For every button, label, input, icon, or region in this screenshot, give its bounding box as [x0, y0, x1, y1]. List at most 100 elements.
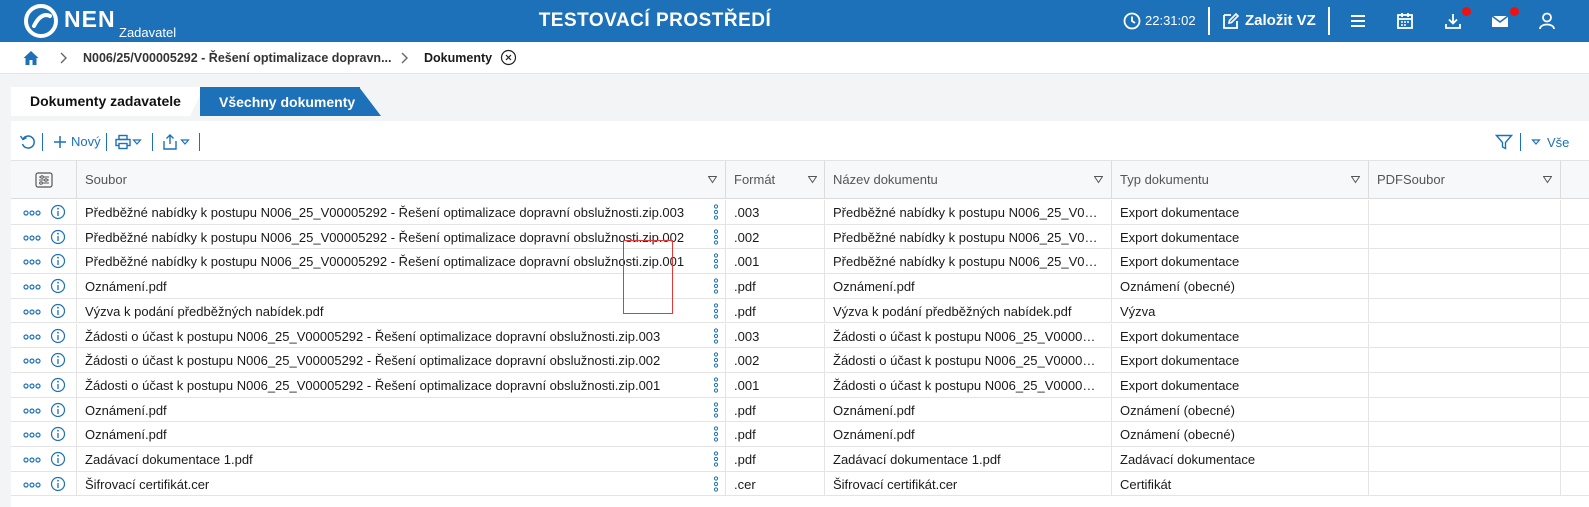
column-header-nazev[interactable]: Název dokumentu: [825, 161, 1112, 199]
user-icon[interactable]: [1537, 11, 1557, 31]
info-icon[interactable]: [50, 476, 66, 492]
chevron-down-icon[interactable]: [1531, 133, 1541, 151]
cell-soubor[interactable]: Výzva k podání předběžných nabídek.pdf: [77, 298, 726, 323]
table-row[interactable]: Oznámení.pdf .pdf Oznámení.pdf Oznámení …: [11, 397, 1589, 423]
chevron-down-icon[interactable]: [180, 133, 190, 151]
kebab-icon[interactable]: [713, 327, 719, 344]
filter-all-dropdown[interactable]: Vše: [1547, 135, 1569, 150]
info-icon[interactable]: [50, 426, 66, 442]
info-icon[interactable]: [50, 204, 66, 220]
info-icon[interactable]: [50, 402, 66, 418]
cell-soubor[interactable]: Žádosti o účast k postupu N006_25_V00005…: [77, 348, 726, 373]
table-row[interactable]: Předběžné nabídky k postupu N006_25_V000…: [11, 249, 1589, 275]
cell-soubor[interactable]: Žádosti o účast k postupu N006_25_V00005…: [77, 372, 726, 397]
info-icon[interactable]: [50, 253, 66, 269]
info-icon[interactable]: [50, 278, 66, 294]
chevron-down-icon[interactable]: [132, 133, 142, 151]
kebab-icon[interactable]: [713, 253, 719, 269]
column-header-format[interactable]: Formát: [726, 161, 825, 199]
download-icon[interactable]: [1443, 11, 1463, 31]
cell-soubor[interactable]: Předběžné nabídky k postupu N006_25_V000…: [77, 200, 726, 224]
column-filter-icon[interactable]: [808, 175, 817, 184]
info-icon[interactable]: [50, 229, 66, 245]
table-row[interactable]: Předběžné nabídky k postupu N006_25_V000…: [11, 224, 1589, 250]
table-row[interactable]: Žádosti o účast k postupu N006_25_V00005…: [11, 372, 1589, 398]
more-dots-icon[interactable]: [23, 358, 41, 364]
table-row[interactable]: Žádosti o účast k postupu N006_25_V00005…: [11, 323, 1589, 349]
kebab-icon[interactable]: [713, 229, 719, 245]
filter-icon[interactable]: [1495, 133, 1513, 151]
cell-soubor[interactable]: Oznámení.pdf: [77, 274, 726, 299]
tab-dokumenty-zadavatele[interactable]: Dokumenty zadavatele: [11, 87, 191, 116]
cell-soubor[interactable]: Žádosti o účast k postupu N006_25_V00005…: [77, 323, 726, 348]
cell-typ: Export dokumentace: [1112, 323, 1369, 348]
more-dots-icon[interactable]: [23, 309, 41, 315]
kebab-icon[interactable]: [713, 278, 719, 294]
table-row[interactable]: Oznámení.pdf .pdf Oznámení.pdf Oznámení …: [11, 422, 1589, 447]
column-header-soubor[interactable]: Soubor: [77, 161, 726, 199]
column-settings-cell[interactable]: [11, 161, 77, 199]
column-filter-icon[interactable]: [1351, 175, 1360, 184]
cell-nazev: Oznámení.pdf: [825, 397, 1112, 422]
column-header-typ[interactable]: Typ dokumentu: [1112, 161, 1369, 199]
export-icon[interactable]: [161, 133, 179, 151]
refresh-icon[interactable]: [19, 133, 37, 151]
close-circle-icon[interactable]: [500, 49, 517, 66]
more-dots-icon[interactable]: [23, 210, 41, 216]
more-dots-icon[interactable]: [23, 259, 41, 265]
kebab-icon[interactable]: [713, 352, 719, 368]
table-row[interactable]: Šifrovací certifikát.cer .cer Šifrovací …: [11, 471, 1589, 497]
kebab-icon[interactable]: [713, 476, 719, 492]
kebab-icon[interactable]: [713, 401, 719, 418]
more-dots-icon[interactable]: [23, 432, 41, 438]
calendar-icon[interactable]: [1395, 11, 1415, 31]
mail-icon[interactable]: [1490, 11, 1510, 31]
new-vz-button[interactable]: Založit VZ: [1245, 12, 1316, 29]
cell-soubor[interactable]: Zadávací dokumentace 1.pdf: [77, 447, 726, 471]
info-icon[interactable]: [50, 303, 66, 319]
kebab-icon[interactable]: [713, 204, 719, 220]
info-icon[interactable]: [50, 328, 66, 344]
plus-icon[interactable]: [51, 133, 69, 151]
breadcrumb-item-procurement[interactable]: N006/25/V00005292 - Řešení optimalizace …: [83, 51, 391, 65]
toolbar-separator: [199, 133, 200, 151]
menu-icon[interactable]: [1348, 11, 1368, 31]
row-actions-cell: [11, 200, 77, 224]
table-row[interactable]: Žádosti o účast k postupu N006_25_V00005…: [11, 348, 1589, 373]
cell-soubor[interactable]: Předběžné nabídky k postupu N006_25_V000…: [77, 249, 726, 274]
cell-soubor[interactable]: Oznámení.pdf: [77, 422, 726, 447]
home-icon[interactable]: [22, 49, 40, 67]
more-dots-icon[interactable]: [23, 333, 41, 340]
info-icon[interactable]: [50, 352, 66, 368]
kebab-icon[interactable]: [713, 303, 719, 319]
more-dots-icon[interactable]: [23, 235, 41, 241]
new-button[interactable]: Nový: [71, 134, 101, 149]
info-icon[interactable]: [50, 451, 66, 467]
more-dots-icon[interactable]: [23, 482, 41, 488]
more-dots-icon[interactable]: [23, 457, 41, 463]
column-filter-icon[interactable]: [708, 175, 717, 184]
more-dots-icon[interactable]: [23, 284, 41, 290]
print-icon[interactable]: [114, 133, 132, 151]
table-row[interactable]: Předběžné nabídky k postupu N006_25_V000…: [11, 200, 1589, 225]
column-filter-icon[interactable]: [1543, 175, 1552, 184]
cell-soubor[interactable]: Oznámení.pdf: [77, 397, 726, 422]
edit-icon: [1223, 12, 1240, 29]
cell-format: .pdf: [726, 298, 825, 323]
cell-soubor[interactable]: Předběžné nabídky k postupu N006_25_V000…: [77, 224, 726, 249]
kebab-icon[interactable]: [713, 451, 719, 467]
cell-soubor[interactable]: Šifrovací certifikát.cer: [77, 471, 726, 496]
info-icon[interactable]: [50, 377, 66, 393]
column-settings-icon[interactable]: [35, 172, 53, 188]
cell-pdfsoubor: [1369, 372, 1561, 397]
more-dots-icon[interactable]: [23, 407, 41, 414]
column-header-pdfsoubor[interactable]: PDFSoubor: [1369, 161, 1561, 199]
tab-vsechny-dokumenty[interactable]: Všechny dokumenty: [200, 87, 360, 116]
column-filter-icon[interactable]: [1094, 175, 1103, 184]
more-dots-icon[interactable]: [23, 383, 41, 389]
table-row[interactable]: Zadávací dokumentace 1.pdf .pdf Zadávací…: [11, 447, 1589, 472]
table-row[interactable]: Výzva k podání předběžných nabídek.pdf .…: [11, 298, 1589, 324]
kebab-icon[interactable]: [713, 377, 719, 393]
kebab-icon[interactable]: [713, 426, 719, 442]
table-row[interactable]: Oznámení.pdf .pdf Oznámení.pdf Oznámení …: [11, 274, 1589, 299]
